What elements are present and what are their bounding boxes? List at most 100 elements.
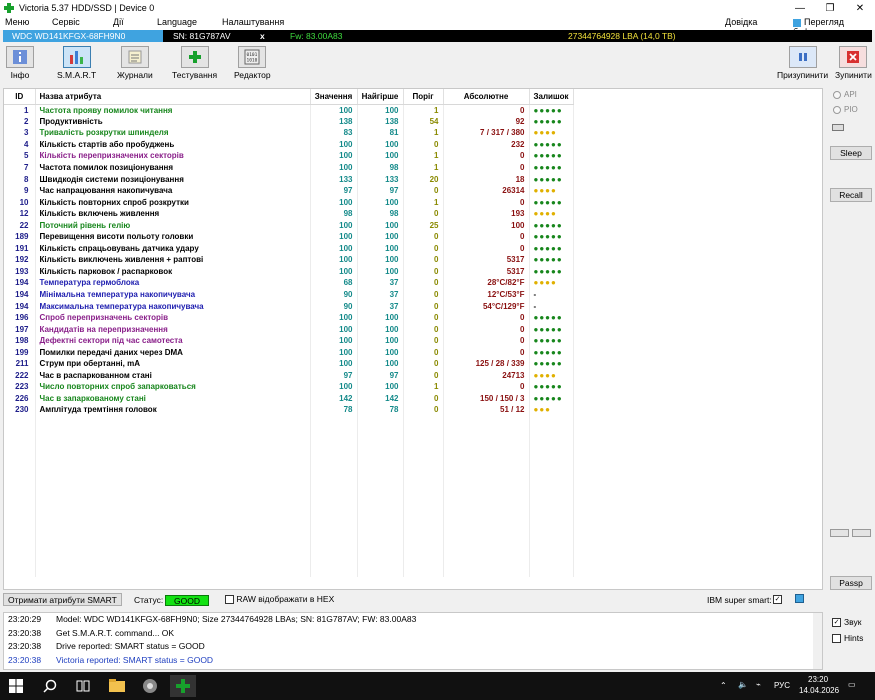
col-id[interactable]: ID [4, 89, 36, 105]
clock-date[interactable]: 14.04.2026 [799, 686, 839, 695]
col-raw[interactable]: Абсолютне [443, 89, 530, 105]
table-row[interactable]: 22 Поточний рівень гелію 100 100 25 100 ●●●●● [4, 219, 574, 232]
search-icon[interactable] [42, 678, 58, 694]
table-row[interactable]: 194 Максимальна температура накопичувача 9… [4, 300, 574, 312]
attr-id: 191 [4, 242, 36, 255]
table-row[interactable]: 4 Кількість стартів або пробуджень 100 100 0… [4, 138, 574, 151]
table-row[interactable]: 198 Дефектні сектори під час самотеста 100… [4, 334, 574, 347]
table-row[interactable]: 3 Тривалість розкрутки шпинделя 83 81 1 7 / 3… [4, 127, 574, 139]
tab-logs[interactable]: Журнали [117, 46, 153, 80]
attr-name: Кількість виключень живлення + раптові [35, 254, 311, 266]
table-row[interactable]: 12 Кількість включень живлення 98 98 0 193 ●●●… [4, 207, 574, 220]
browser-icon[interactable] [142, 678, 158, 694]
table-row[interactable]: 193 Кількість парковок / распарковок 100 10… [4, 265, 574, 278]
hints-checkbox[interactable]: Hints [832, 633, 863, 643]
table-row[interactable]: 222 Час в распаркованном стані 97 97 0 24713 ●… [4, 369, 574, 382]
ibm-check-icon: ✓ [773, 595, 782, 605]
raw-hex-label: RAW відображати в HEX [236, 594, 335, 604]
close-button[interactable]: ✕ [845, 0, 875, 16]
table-row[interactable]: 226 Час в запаркованому стані 142 142 0 150 /… [4, 392, 574, 405]
log-panel[interactable]: 23:20:29 Model: WDC WD141KFGX-68FH9N0; Si… [3, 612, 823, 670]
table-row[interactable]: 7 Частота помилок позиціонування 100 98 1 0 ●●… [4, 161, 574, 174]
attr-raw: 100 [443, 219, 530, 232]
tab-testing[interactable]: Тестування [172, 46, 217, 80]
tab-editor[interactable]: 0101 1010 Редактор [234, 46, 271, 80]
table-row[interactable]: 189 Перевищення висоти польоту головки 100… [4, 231, 574, 243]
pause-label: Призупинити [777, 70, 829, 80]
task-view-icon[interactable] [75, 678, 91, 694]
clock-time[interactable]: 23:20 [808, 675, 828, 684]
table-row[interactable]: 199 Помилки передачі даних через DMA 100 10… [4, 346, 574, 359]
language-indicator[interactable]: РУС [774, 681, 790, 690]
attr-name: Кількість перепризначених секторів [35, 150, 311, 162]
tab-smart[interactable]: S.M.A.R.T [57, 46, 96, 80]
col-worst[interactable]: Найгірше [357, 89, 404, 105]
stop-button[interactable]: Зупинити [835, 46, 872, 80]
table-row[interactable]: 194 Температура гермоблока 68 37 0 28°C/82°F ●… [4, 277, 574, 289]
table-row[interactable]: 196 Спроб перепризначень секторів 100 100 0 0… [4, 311, 574, 324]
table-row[interactable]: 230 Амплітуда тремтіння головок 78 78 0 51 / … [4, 404, 574, 416]
device-close-icon[interactable]: x [260, 30, 265, 42]
attr-value: 100 [310, 358, 358, 370]
col-health[interactable]: Залишок [529, 89, 574, 105]
attr-worst: 81 [357, 127, 404, 139]
table-row[interactable]: 1 Частота прояву помилок читання 100 100 1 0 ●… [4, 104, 574, 116]
table-row[interactable]: 2 Продуктивність 138 138 54 92 ●●●●● [4, 115, 574, 128]
tray-chevron-icon[interactable]: ⌃ [720, 681, 727, 690]
menu-item-help[interactable]: Довідка [725, 17, 757, 27]
small-button-right[interactable] [852, 529, 871, 537]
victoria-taskbar-icon[interactable] [170, 675, 196, 697]
file-explorer-icon[interactable] [109, 678, 125, 694]
get-smart-button[interactable]: Отримати атрибути SMART [3, 593, 122, 606]
table-row[interactable]: 223 Число повторних спроб запарковаться 10… [4, 381, 574, 393]
raw-hex-checkbox[interactable]: RAW відображати в HEX [225, 594, 335, 605]
sound-checkbox[interactable]: ✓ Звук [832, 617, 861, 627]
attr-worst: 100 [357, 323, 404, 335]
attr-name: Число повторних спроб запарковаться [35, 381, 311, 393]
table-row[interactable]: 197 Кандидатів на перепризначення 100 100 0 0… [4, 323, 574, 335]
menu-item-service[interactable]: Сервіс [52, 17, 80, 27]
raw-hex-check[interactable] [225, 595, 234, 605]
attr-value: 100 [310, 381, 358, 393]
col-value[interactable]: Значення [310, 89, 358, 105]
table-row[interactable]: 10 Кількість повторних спроб розкрутки 100… [4, 196, 574, 208]
log-scrollbar[interactable] [813, 613, 822, 669]
ibm-checkbox[interactable]: ✓ [773, 594, 782, 605]
table-row[interactable]: 9 Час напрацювання накопичувача 97 97 0 26314… [4, 184, 574, 197]
attr-threshold: 0 [403, 334, 444, 347]
recall-button[interactable]: Recall [830, 188, 872, 202]
small-button-left[interactable] [830, 529, 849, 537]
table-row[interactable]: 194 Мінімальна температура накопичувача 90… [4, 288, 574, 301]
windows-start-icon[interactable] [8, 678, 24, 694]
table-row[interactable]: 192 Кількість виключень живлення + раптов… [4, 254, 574, 266]
pause-button[interactable]: Призупинити [777, 46, 828, 80]
notifications-icon[interactable]: ▭ [848, 680, 856, 689]
network-icon[interactable]: ⌁ [756, 680, 761, 689]
pio-radio[interactable]: PIO [833, 105, 858, 114]
smart-table[interactable]: ID Назва атрибута Значення Найгірше Порі… [3, 88, 823, 590]
table-row[interactable]: 5 Кількість перепризначених секторів 100 10… [4, 150, 574, 162]
attr-id: 2 [4, 115, 36, 128]
attr-health: ●●●● [529, 277, 574, 289]
passp-button[interactable]: Passp [830, 576, 872, 590]
sleep-button[interactable]: Sleep [830, 146, 872, 160]
menu-item-settings[interactable]: Налаштування [222, 17, 284, 27]
menu-item-language[interactable]: Language [157, 17, 197, 27]
table-row[interactable]: 211 Струм при обертанні, mA 100 100 0 125 / 2… [4, 358, 574, 370]
tab-info[interactable]: Інфо [6, 46, 34, 80]
attr-health: ●●●●● [529, 323, 574, 335]
menu-item-menu[interactable]: Меню [5, 17, 29, 27]
table-row[interactable]: 8 Швидкодія системи позиціонування 133 133 2… [4, 173, 574, 185]
table-row[interactable]: 191 Кількість спрацьовувань датчика удару… [4, 242, 574, 255]
minimize-button[interactable]: — [785, 0, 815, 16]
maximize-button[interactable]: ❐ [815, 0, 845, 16]
color-indicator[interactable] [795, 594, 804, 603]
volume-icon[interactable]: 🔈 [738, 680, 748, 689]
menu-item-actions[interactable]: Дії [113, 17, 124, 27]
col-threshold[interactable]: Поріг [403, 89, 444, 105]
taskbar: ⌃ 🔈 ⌁ РУС 23:20 14.04.2026 ▭ [0, 672, 875, 700]
col-name[interactable]: Назва атрибута [35, 89, 311, 105]
device-model[interactable]: WDC WD141KFGX-68FH9N0 [3, 30, 163, 42]
api-radio[interactable]: API [833, 90, 857, 99]
attr-worst: 100 [357, 346, 404, 359]
